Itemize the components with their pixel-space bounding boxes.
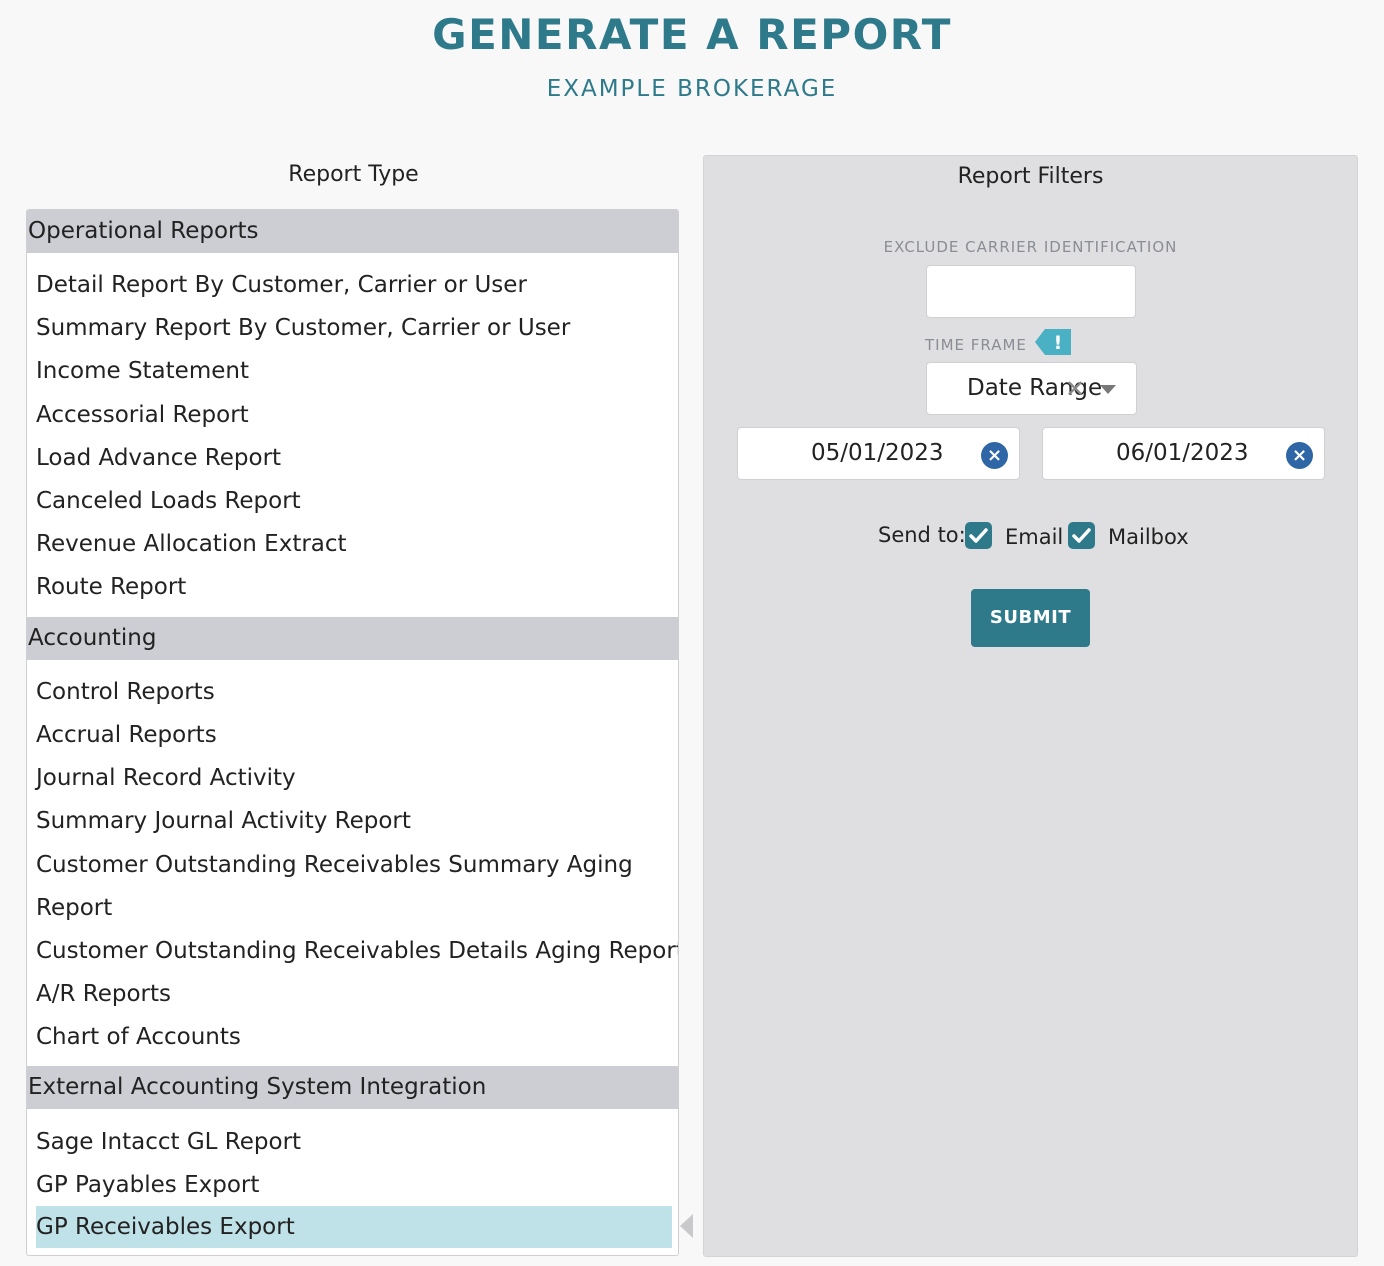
exclude-carrier-label: EXCLUDE CARRIER IDENTIFICATION [883,238,1178,256]
report-filters-heading: Report Filters [957,164,1104,189]
section-header-operational: Operational Reports [27,210,678,253]
report-type-list: Operational Reports Detail Report By Cus… [26,209,679,1256]
report-item-summary-report[interactable]: Summary Report By Customer, Carrier or U… [36,308,672,348]
report-item-gp-receivables-export[interactable]: GP Receivables Export [36,1206,672,1248]
end-date-input[interactable]: 06/01/2023 × [1042,427,1325,480]
report-item-income-statement[interactable]: Income Statement [36,351,672,391]
page-title: GENERATE A REPORT [432,10,952,59]
email-checkbox-label[interactable]: Email [1005,525,1063,549]
report-item-summary-journal-activity[interactable]: Summary Journal Activity Report [36,801,672,841]
chevron-down-icon[interactable] [1100,385,1116,394]
report-item-detail-report[interactable]: Detail Report By Customer, Carrier or Us… [36,265,672,305]
time-frame-select[interactable]: Date Range ✕ [926,362,1137,415]
report-item-gp-payables-export[interactable]: GP Payables Export [36,1165,672,1205]
email-checkbox[interactable] [965,522,992,549]
start-date-input[interactable]: 05/01/2023 × [737,427,1020,480]
end-date-value: 06/01/2023 [1116,440,1249,466]
report-item-receivables-summary-aging[interactable]: Customer Outstanding Receivables Summary… [36,844,672,930]
report-item-ar-reports[interactable]: A/R Reports [36,974,672,1014]
mailbox-checkbox-label[interactable]: Mailbox [1108,525,1189,549]
report-item-canceled-loads-report[interactable]: Canceled Loads Report [36,481,672,521]
submit-button[interactable]: SUBMIT [971,589,1090,647]
info-badge-text: ! [1054,332,1063,354]
report-item-receivables-details-aging[interactable]: Customer Outstanding Receivables Details… [36,931,678,971]
checkmark-icon [969,528,988,543]
report-item-sage-intacct-gl[interactable]: Sage Intacct GL Report [36,1122,672,1162]
report-item-route-report[interactable]: Route Report [36,567,672,607]
page-subtitle: EXAMPLE BROKERAGE [546,76,838,102]
time-frame-label: TIME FRAME [925,336,1027,354]
send-to-label: Send to: [878,523,966,547]
report-item-control-reports[interactable]: Control Reports [36,672,672,712]
checkmark-icon [1072,528,1091,543]
report-item-revenue-allocation-extract[interactable]: Revenue Allocation Extract [36,524,672,564]
report-item-load-advance-report[interactable]: Load Advance Report [36,438,672,478]
report-type-heading: Report Type [288,162,419,187]
selection-pointer-arrow [680,1214,693,1238]
start-date-clear-icon[interactable]: × [981,442,1008,469]
report-filters-panel: Report Filters EXCLUDE CARRIER IDENTIFIC… [703,155,1358,1257]
report-item-accessorial-report[interactable]: Accessorial Report [36,395,672,435]
mailbox-checkbox[interactable] [1068,522,1095,549]
time-frame-clear-icon[interactable]: ✕ [1065,377,1085,401]
start-date-value: 05/01/2023 [811,440,944,466]
section-header-external-accounting: External Accounting System Integration [27,1066,678,1109]
time-frame-info-badge[interactable]: ! [1035,329,1071,355]
report-item-chart-of-accounts[interactable]: Chart of Accounts [36,1017,672,1057]
report-item-accrual-reports[interactable]: Accrual Reports [36,715,672,755]
exclude-carrier-input[interactable] [926,265,1136,318]
end-date-clear-icon[interactable]: × [1286,442,1313,469]
section-header-accounting: Accounting [27,617,678,660]
report-item-journal-record-activity[interactable]: Journal Record Activity [36,758,672,798]
info-badge-shape: ! [1035,329,1071,355]
